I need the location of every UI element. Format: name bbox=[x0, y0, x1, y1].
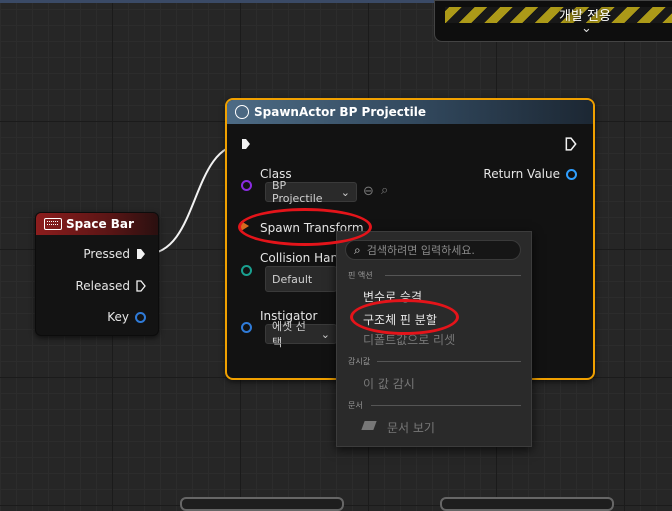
search-icon[interactable]: ⌕ bbox=[381, 183, 388, 198]
instigator-dropdown-value: 에셋 선택 bbox=[272, 320, 306, 349]
released-label: Released bbox=[75, 279, 130, 293]
pressed-exec-pin-icon[interactable] bbox=[136, 248, 146, 260]
watch-value-item[interactable]: 이 값 감시 bbox=[363, 375, 415, 392]
return-value-label: Return Value bbox=[483, 167, 560, 181]
collision-dropdown-value: Default bbox=[272, 272, 313, 286]
space-bar-node-header[interactable]: Space Bar bbox=[36, 213, 158, 235]
search-icon: ⌕ bbox=[354, 242, 361, 257]
watch-section-label: 감시값 bbox=[348, 357, 371, 366]
instigator-pin-icon[interactable] bbox=[241, 322, 252, 333]
docs-section-label: 문서 bbox=[348, 401, 363, 410]
space-bar-title: Space Bar bbox=[66, 217, 134, 231]
class-pin-icon[interactable] bbox=[241, 180, 252, 191]
collision-dropdown[interactable]: Default bbox=[265, 266, 337, 292]
partial-node-bottom-left[interactable] bbox=[180, 497, 344, 511]
menu-search-input[interactable]: ⌕ 검색하려면 입력하세요. bbox=[345, 240, 521, 260]
spawn-actor-title: SpawnActor BP Projectile bbox=[254, 105, 426, 119]
spawn-actor-icon bbox=[235, 105, 249, 119]
pressed-pin-row[interactable]: Pressed bbox=[83, 247, 146, 261]
document-icon bbox=[361, 421, 377, 430]
return-value-pin-icon[interactable] bbox=[566, 169, 577, 180]
annotation-circle-split-struct bbox=[350, 299, 459, 335]
chevron-down-icon: ⌄ bbox=[320, 327, 330, 341]
class-dropdown-value: BP Projectile bbox=[272, 179, 323, 205]
exec-in-pin-icon[interactable] bbox=[241, 138, 251, 150]
menu-search-placeholder: 검색하려면 입력하세요. bbox=[366, 244, 475, 257]
key-label: Key bbox=[107, 310, 129, 324]
instigator-dropdown[interactable]: 에셋 선택 ⌄ bbox=[265, 320, 337, 349]
pin-actions-section-label: 핀 액션 bbox=[348, 271, 373, 280]
exec-out-pin-icon[interactable] bbox=[565, 137, 577, 151]
pressed-label: Pressed bbox=[83, 247, 130, 261]
view-docs-item[interactable]: 문서 보기 bbox=[387, 419, 435, 436]
spawn-actor-node-header[interactable]: SpawnActor BP Projectile bbox=[227, 100, 593, 124]
pin-context-menu[interactable]: ⌕ 검색하려면 입력하세요. 핀 액션 변수로 승격 구조체 핀 분할 디폴트값… bbox=[336, 231, 532, 447]
class-dropdown[interactable]: BP Projectile ⌄ bbox=[265, 179, 357, 205]
menu-divider bbox=[371, 405, 521, 406]
partial-node-bottom-right[interactable] bbox=[440, 497, 614, 511]
key-pin-row[interactable]: Key bbox=[107, 310, 146, 324]
keyboard-icon bbox=[44, 218, 62, 230]
space-bar-event-node[interactable]: Space Bar Pressed Released Key bbox=[35, 212, 159, 336]
menu-divider bbox=[377, 361, 521, 362]
chevron-down-icon: ⌄ bbox=[340, 185, 350, 199]
annotation-circle-spawn-transform bbox=[238, 208, 372, 246]
released-pin-row[interactable]: Released bbox=[75, 279, 146, 293]
browse-arrow-icon[interactable]: ⊖ bbox=[363, 184, 374, 199]
key-struct-pin-icon[interactable] bbox=[135, 311, 146, 323]
collision-pin-icon[interactable] bbox=[241, 265, 252, 276]
released-exec-pin-icon[interactable] bbox=[136, 280, 146, 292]
menu-divider bbox=[385, 275, 521, 276]
